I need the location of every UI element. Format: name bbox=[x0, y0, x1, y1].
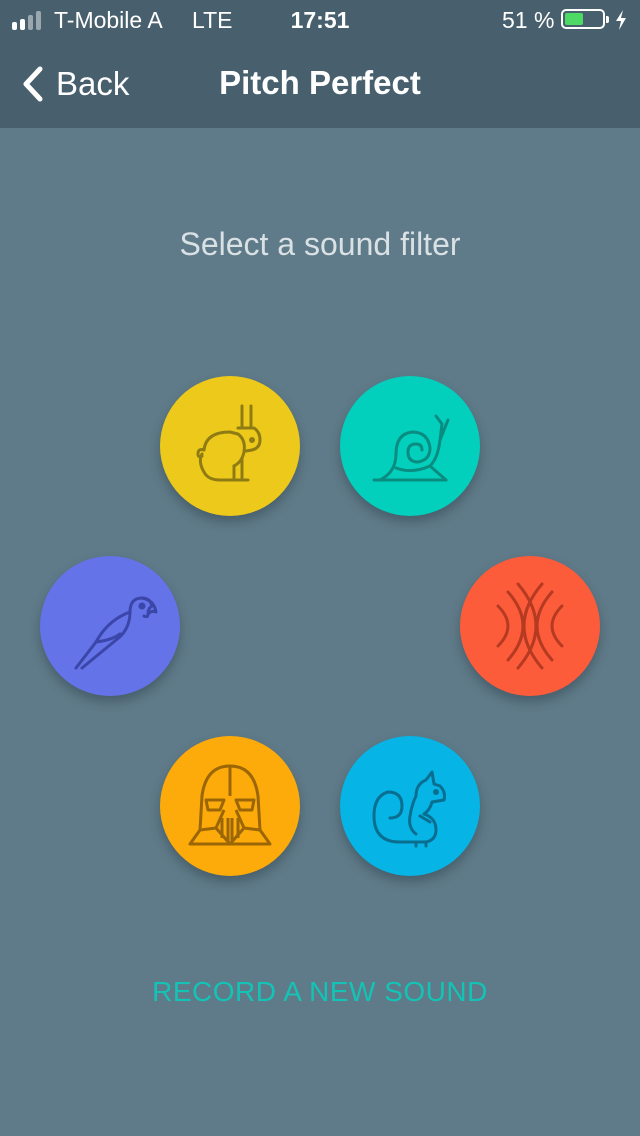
echo-waves-icon bbox=[496, 582, 564, 670]
page-title: Pitch Perfect bbox=[219, 64, 421, 101]
fast-filter-button[interactable] bbox=[340, 376, 480, 516]
squirrel-filter-button[interactable] bbox=[340, 736, 480, 876]
battery-icon bbox=[561, 9, 609, 29]
record-new-sound-link[interactable]: RECORD A NEW SOUND bbox=[0, 976, 640, 1008]
battery-fill bbox=[565, 13, 584, 25]
rabbit-icon bbox=[196, 404, 262, 482]
darth-vader-filter-button[interactable] bbox=[160, 736, 300, 876]
battery-percentage: 51 % bbox=[502, 7, 555, 33]
chipmunk-filter-button[interactable] bbox=[40, 556, 180, 696]
select-filter-prompt: Select a sound filter bbox=[179, 226, 461, 262]
darth-vader-icon bbox=[188, 764, 272, 846]
charging-bolt-icon bbox=[616, 10, 626, 30]
snail-icon bbox=[372, 414, 450, 482]
squirrel-icon bbox=[372, 770, 446, 848]
parrot-icon bbox=[74, 596, 158, 670]
status-bar: T-Mobile A LTE 17:51 51 % bbox=[0, 0, 640, 40]
navigation-bar: Back Pitch Perfect bbox=[0, 40, 640, 128]
echo-filter-button[interactable] bbox=[460, 556, 600, 696]
slow-filter-button[interactable] bbox=[160, 376, 300, 516]
